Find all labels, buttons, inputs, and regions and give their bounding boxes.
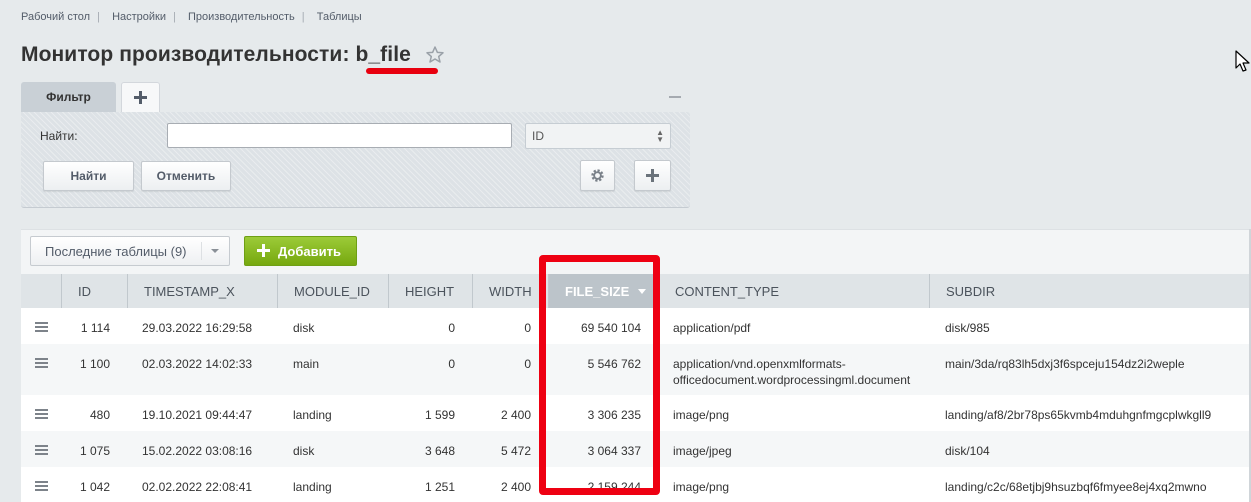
- hamburger-icon[interactable]: [35, 445, 48, 455]
- header-content-type[interactable]: CONTENT_TYPE: [657, 274, 929, 308]
- page-title: Монитор производительности: b_file: [21, 43, 411, 66]
- cell-module: landing: [293, 408, 332, 422]
- hamburger-icon[interactable]: [35, 409, 48, 419]
- breadcrumb-separator: |: [301, 11, 305, 23]
- find-label: Найти:: [40, 129, 78, 143]
- settings-button[interactable]: [580, 160, 615, 191]
- add-field-button[interactable]: [634, 160, 671, 191]
- gear-icon: [591, 169, 604, 182]
- add-button[interactable]: Добавить: [244, 236, 357, 266]
- header-timestamp[interactable]: TIMESTAMP_X: [127, 274, 277, 308]
- cell-subdir: landing/c2c/68etjbj9hsuzbqf6fmyee8ej4xq2…: [945, 480, 1207, 494]
- breadcrumb-separator: |: [173, 11, 176, 23]
- cell-timestamp: 02.02.2022 22:08:41: [142, 480, 253, 494]
- filter-tab[interactable]: Фильтр: [21, 82, 116, 112]
- cell-id: 1 075: [79, 444, 110, 458]
- minus-icon[interactable]: [669, 96, 681, 98]
- cell-content-type: image/png: [673, 408, 730, 422]
- cell-module: disk: [293, 321, 315, 335]
- cell-width: 0: [524, 321, 531, 335]
- header-id[interactable]: ID: [61, 274, 127, 308]
- cell-module: landing: [293, 480, 332, 494]
- cell-subdir: landing/af8/2br78ps65kvmb4mduhgnfmgcplwk…: [945, 408, 1212, 422]
- file-size-highlight-box: [539, 255, 660, 495]
- cell-id: 1 114: [80, 321, 110, 335]
- filter-tab-label: Фильтр: [46, 90, 91, 104]
- header-actions: [21, 274, 61, 308]
- plus-icon: [257, 244, 270, 257]
- cell-width: 2 400: [500, 408, 531, 422]
- cell-module: main: [293, 357, 320, 371]
- cell-height: 3 648: [424, 444, 455, 458]
- cell-content-type: application/pdf: [673, 321, 751, 335]
- cell-content-type: application/vnd.openxmlformats-: [673, 357, 846, 371]
- cell-content-type: image/jpeg: [673, 444, 732, 458]
- field-select-value: ID: [532, 129, 544, 143]
- cell-id: 1 042: [79, 480, 110, 494]
- breadcrumb-tables[interactable]: Таблицы: [317, 11, 362, 23]
- hamburger-icon[interactable]: [35, 358, 48, 368]
- cell-timestamp: 19.10.2021 09:44:47: [142, 408, 253, 422]
- cell-id: 480: [89, 408, 110, 422]
- select-arrows-icon: ▲ ▼: [656, 128, 664, 144]
- cell-subdir: disk/985: [945, 321, 990, 335]
- breadcrumb: Рабочий стол | Настройки | Производительност…: [21, 11, 362, 23]
- title-highlight-underline: [366, 68, 438, 74]
- chevron-down-icon: [211, 249, 219, 253]
- title-row: Монитор производительности: b_file: [21, 40, 445, 70]
- hamburger-icon[interactable]: [35, 322, 48, 332]
- cell-width: 0: [524, 357, 531, 371]
- cell-timestamp: 02.03.2022 14:02:33: [142, 357, 253, 371]
- cell-height: 1 599: [424, 408, 455, 422]
- cell-timestamp: 29.03.2022 16:29:58: [142, 321, 253, 335]
- cell-id: 1 100: [79, 357, 110, 371]
- header-height[interactable]: HEIGHT: [388, 274, 472, 308]
- cell-content-type-continued: officedocument.wordprocessingml.document: [673, 373, 911, 387]
- cell-timestamp: 15.02.2022 03:08:16: [142, 444, 253, 458]
- header-subdir[interactable]: SUBDIR: [929, 274, 1251, 308]
- cancel-button[interactable]: Отменить: [141, 161, 231, 191]
- plus-icon: [646, 169, 659, 182]
- breadcrumb-desktop[interactable]: Рабочий стол: [21, 11, 90, 23]
- header-module-id[interactable]: MODULE_ID: [277, 274, 388, 308]
- cell-height: 1 251: [424, 480, 455, 494]
- cell-width: 5 472: [500, 444, 531, 458]
- breadcrumb-performance[interactable]: Производительность: [188, 11, 295, 23]
- cell-subdir: main/3da/rq83lh5dxj3f6spceju154dz2i2wepl…: [945, 357, 1185, 371]
- cell-content-type: image/png: [673, 480, 730, 494]
- cell-subdir: disk/104: [945, 444, 990, 458]
- recent-tables-label: Последние таблицы (9): [45, 243, 187, 259]
- find-button[interactable]: Найти: [43, 161, 134, 191]
- add-button-label: Добавить: [278, 243, 341, 259]
- header-width[interactable]: WIDTH: [472, 274, 548, 308]
- cell-module: disk: [293, 444, 315, 458]
- breadcrumb-separator: |: [97, 11, 100, 23]
- search-input[interactable]: [167, 123, 512, 148]
- add-filter-tab[interactable]: [121, 82, 160, 112]
- mouse-cursor-icon: [1235, 50, 1250, 72]
- cell-height: 0: [448, 357, 455, 371]
- breadcrumb-settings[interactable]: Настройки: [112, 11, 166, 23]
- recent-tables-dropdown[interactable]: Последние таблицы (9): [30, 236, 230, 266]
- hamburger-icon[interactable]: [35, 481, 48, 491]
- cell-width: 2 400: [500, 480, 531, 494]
- dropdown-divider: [201, 242, 202, 260]
- cell-height: 0: [448, 321, 455, 335]
- star-icon[interactable]: [425, 45, 445, 65]
- plus-icon: [134, 91, 147, 104]
- field-select[interactable]: ID ▲ ▼: [525, 123, 671, 149]
